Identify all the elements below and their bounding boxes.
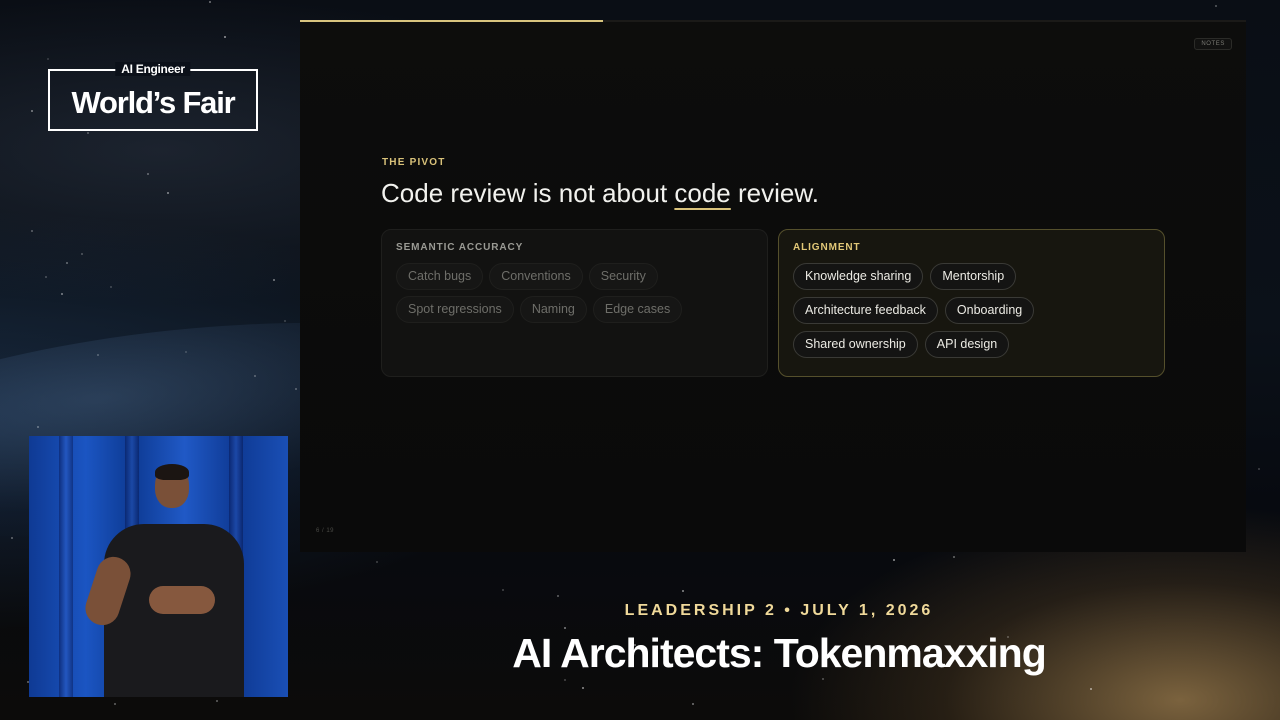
headline-emphasis: code [674, 178, 731, 208]
logo-subtitle: AI Engineer [115, 62, 191, 76]
chip: Conventions [489, 263, 583, 290]
star [892, 558, 895, 561]
star [582, 686, 585, 689]
logo-title: World’s Fair [71, 85, 235, 120]
chip: Shared ownership [793, 331, 918, 358]
speaker-hair [155, 464, 189, 480]
star [209, 0, 212, 3]
star [44, 276, 47, 279]
chip-list: Catch bugs Conventions Security Spot reg… [396, 263, 753, 323]
chip: Onboarding [944, 297, 1035, 324]
star [1214, 4, 1217, 7]
chip: Catch bugs [396, 263, 484, 290]
worlds-fair-logo: AI Engineer World’s Fair [48, 62, 258, 131]
star [1090, 687, 1093, 690]
star [563, 626, 566, 629]
headline-after: review. [730, 178, 819, 208]
chip: Security [588, 263, 658, 290]
star [254, 374, 257, 377]
chip: Spot regressions [396, 296, 514, 323]
slide-progress-fill [300, 20, 603, 22]
presentation-slide: NOTES THE PIVOT Code review is not about… [300, 20, 1246, 552]
chip: Mentorship [930, 263, 1017, 290]
slide-eyebrow: THE PIVOT [382, 157, 446, 168]
star [564, 678, 567, 681]
event-subtitle: LEADERSHIP 2 • JULY 1, 2026 [624, 602, 934, 619]
card-title: SEMANTIC ACCURACY [396, 242, 524, 253]
slide-page-number: 6 / 19 [316, 528, 335, 534]
slide-progress-track [300, 20, 1246, 22]
chip: Architecture feedback [793, 297, 938, 324]
notes-button[interactable]: NOTES [1194, 38, 1232, 50]
chip: API design [924, 331, 1010, 358]
talk-title: AI Architects: Tokenmaxxing [512, 630, 1046, 676]
star [60, 292, 63, 295]
star [223, 35, 226, 38]
chip: Knowledge sharing [793, 263, 924, 290]
star [30, 109, 33, 112]
slide-headline: Code review is not about code review. [381, 178, 819, 209]
chip: Naming [519, 296, 587, 323]
star [146, 173, 149, 176]
chip: Edge cases [592, 296, 683, 323]
semantic-accuracy-card: SEMANTIC ACCURACY Catch bugs Conventions… [381, 229, 768, 377]
star [682, 589, 685, 592]
star [65, 262, 68, 264]
star [30, 229, 33, 232]
headline-before: Code review is not about [381, 178, 675, 208]
star [821, 678, 824, 681]
chip-list: Knowledge sharing Mentorship Architectur… [793, 263, 1150, 358]
star [953, 555, 956, 558]
star [1257, 467, 1260, 470]
alignment-card: ALIGNMENT Knowledge sharing Mentorship A… [778, 229, 1165, 377]
star [10, 536, 13, 539]
star [184, 350, 187, 353]
card-title: ALIGNMENT [793, 242, 861, 253]
